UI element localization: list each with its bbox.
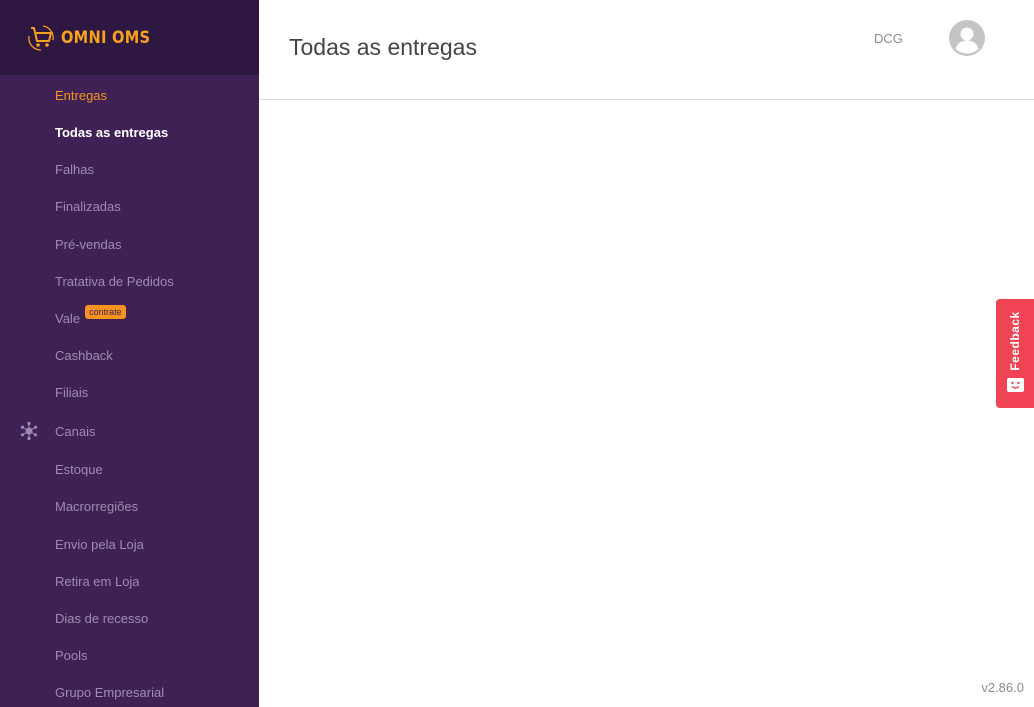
page-title: Todas as entregas — [289, 34, 477, 60]
sidebar-item-dias-recesso[interactable]: Dias de recesso — [0, 606, 259, 630]
sidebar-item-vale-label: Vale — [55, 310, 81, 326]
sidebar: OMNI OMS Entregas Todas as entregas Falh… — [0, 0, 259, 707]
contrate-badge: contrate — [85, 305, 126, 319]
sidebar-item-estoque[interactable]: Estoque — [0, 457, 259, 481]
sidebar-section-entregas[interactable]: Entregas — [0, 83, 259, 107]
sidebar-item-pools[interactable]: Pools — [0, 643, 259, 667]
sidebar-item-cashback[interactable]: Cashback — [0, 343, 259, 367]
sidebar-item-envio-loja[interactable]: Envio pela Loja — [0, 532, 259, 556]
feedback-label: Feedback — [1008, 311, 1022, 371]
brand-header[interactable]: OMNI OMS — [0, 0, 259, 75]
sidebar-item-filiais[interactable]: Filiais — [0, 380, 259, 404]
sidebar-item-grupo-empresarial[interactable]: Grupo Empresarial — [0, 680, 259, 704]
sidebar-item-falhas[interactable]: Falhas — [0, 157, 259, 181]
avatar-icon[interactable] — [949, 20, 985, 56]
sidebar-item-todas-entregas[interactable]: Todas as entregas — [0, 120, 259, 144]
sidebar-item-tratativa[interactable]: Tratativa de Pedidos — [0, 269, 259, 293]
sidebar-item-vale[interactable]: Vale contrate — [0, 305, 259, 330]
sidebar-item-finalizadas[interactable]: Finalizadas — [0, 194, 259, 218]
feedback-smile-icon — [1007, 378, 1024, 392]
top-header: Todas as entregas DCG — [259, 0, 1034, 100]
cart-logo-icon — [28, 24, 54, 51]
sidebar-item-pre-vendas[interactable]: Pré-vendas — [0, 232, 259, 256]
hub-icon — [20, 421, 38, 441]
user-code[interactable]: DCG — [874, 31, 903, 46]
feedback-button[interactable]: Feedback — [996, 299, 1034, 408]
brand-name: OMNI OMS — [61, 27, 151, 48]
sidebar-item-canais-label: Canais — [55, 423, 96, 439]
sidebar-item-canais[interactable]: Canais — [0, 419, 259, 443]
sidebar-item-retira-loja[interactable]: Retira em Loja — [0, 569, 259, 593]
app-version: v2.86.0 — [981, 680, 1024, 695]
sidebar-item-macrorregioes[interactable]: Macrorregiões — [0, 494, 259, 518]
